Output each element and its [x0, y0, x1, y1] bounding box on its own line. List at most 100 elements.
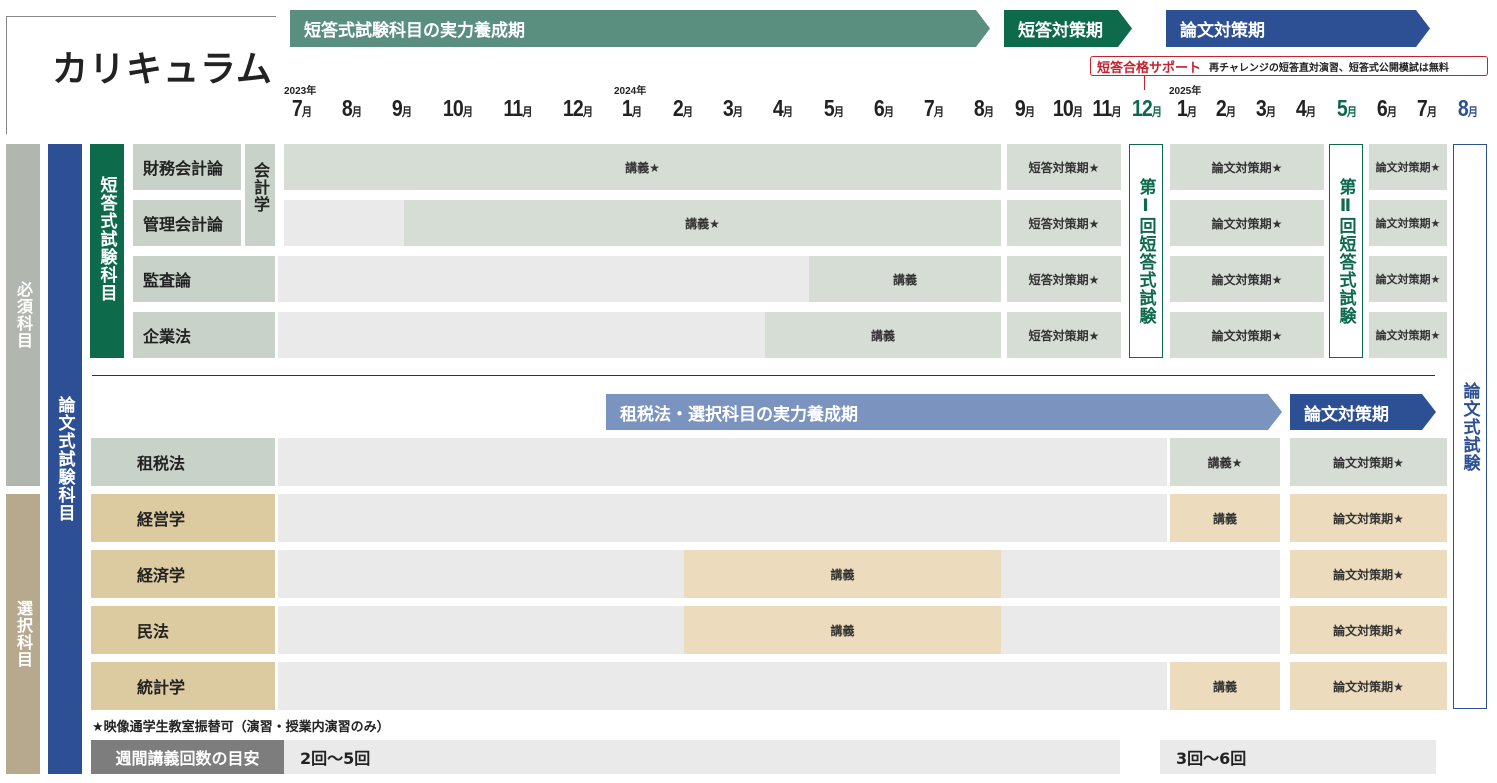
- month-label: 2月: [664, 95, 701, 122]
- month-suffix: 月: [933, 105, 945, 119]
- weekly-second-range-bar: 3回～6回: [1160, 740, 1436, 774]
- tax-essay-prep: 論文対策期★: [1290, 438, 1447, 486]
- month-number: 10: [1052, 95, 1074, 121]
- month-number: 8: [341, 95, 353, 121]
- weekly-first-range-bar: 2回～5回: [284, 740, 1120, 774]
- audit-essay-prep: 論文対策期★: [1170, 256, 1324, 302]
- subject-audit: 監査論: [133, 256, 275, 302]
- economics-essay-prep: 論文対策期★: [1290, 550, 1447, 598]
- month-suffix: 月: [1072, 105, 1084, 119]
- month-label: 11月: [1088, 95, 1125, 122]
- corporate-short-prep: 短答対策期★: [1007, 312, 1121, 358]
- month-label: 10月: [439, 95, 476, 122]
- corporate-lecture: 講義: [765, 312, 1001, 358]
- month-number: 5: [1336, 95, 1348, 121]
- month-suffix: 月: [462, 105, 474, 119]
- section-divider: [92, 375, 1435, 376]
- phase-tax-build: 租税法・選択科目の実力養成期: [606, 394, 1282, 430]
- month-number: 11: [503, 95, 523, 121]
- weekly-label: 週間講義回数の目安: [91, 740, 284, 774]
- month-label: 9月: [383, 95, 420, 122]
- financial-essay-prep: 論文対策期★: [1170, 144, 1324, 190]
- month-number: 7: [923, 95, 935, 121]
- category-short-subjects: 短答式試験科目: [90, 144, 124, 358]
- statistics-blank: [278, 662, 1167, 710]
- month-suffix: 月: [351, 105, 363, 119]
- month-label: 10月: [1049, 95, 1086, 122]
- month-suffix: 月: [1426, 105, 1438, 119]
- financial-lecture: 講義★: [284, 144, 1001, 190]
- month-number: 3: [722, 95, 734, 121]
- month-suffix: 月: [1024, 105, 1036, 119]
- subject-tax: 租税法: [91, 438, 275, 486]
- month-label: 2月: [1207, 95, 1244, 122]
- month-label: 8月: [1449, 95, 1486, 122]
- month-label: 6月: [1368, 95, 1405, 122]
- phase-essay-prep: 論文対策期: [1166, 10, 1430, 47]
- exam-second-short: 第Ⅱ回短答式試験: [1329, 144, 1363, 358]
- month-number: 4: [1295, 95, 1307, 121]
- phase-short-prep: 短答対策期: [1004, 10, 1132, 47]
- managerial-blank: [284, 200, 404, 246]
- category-elective: 選択科目: [6, 494, 40, 774]
- month-number: 9: [1014, 95, 1026, 121]
- month-number: 9: [391, 95, 403, 121]
- month-label: 1月: [1168, 95, 1205, 122]
- subject-corporate: 企業法: [133, 312, 275, 358]
- financial-essay-prep-2: 論文対策期★: [1369, 144, 1447, 190]
- exam-first-short: 第Ⅰ回短答式試験: [1129, 144, 1163, 358]
- civil-blank: [278, 606, 684, 654]
- month-label: 3月: [714, 95, 751, 122]
- tax-blank: [278, 438, 1167, 486]
- month-number: 11: [1092, 95, 1112, 121]
- managerial-essay-prep-2: 論文対策期★: [1369, 200, 1447, 246]
- civil-essay-prep: 論文対策期★: [1290, 606, 1447, 654]
- month-number: 7: [291, 95, 303, 121]
- month-number: 3: [1255, 95, 1267, 121]
- subject-management: 経営学: [91, 494, 275, 542]
- year-label: 2024年: [614, 86, 647, 97]
- year-label: 2023年: [284, 86, 317, 97]
- month-label: 6月: [865, 95, 902, 122]
- month-suffix: 月: [522, 105, 533, 119]
- month-number: 8: [1457, 95, 1469, 121]
- month-label: 7月: [1408, 95, 1445, 122]
- month-label: 4月: [764, 95, 801, 122]
- management-lecture: 講義: [1170, 494, 1280, 542]
- month-suffix: 月: [732, 105, 744, 119]
- management-blank: [278, 494, 1167, 542]
- managerial-lecture: 講義★: [404, 200, 1001, 246]
- month-number: 1: [621, 95, 633, 121]
- subject-economics: 経済学: [91, 550, 275, 598]
- month-suffix: 月: [1265, 105, 1277, 119]
- corporate-essay-prep: 論文対策期★: [1170, 312, 1324, 358]
- month-suffix: 月: [782, 105, 794, 119]
- month-label: 8月: [333, 95, 370, 122]
- civil-blank-2: [1001, 606, 1280, 654]
- month-label: 8月: [965, 95, 1002, 122]
- category-required: 必須科目: [6, 144, 40, 486]
- civil-lecture: 講義: [684, 606, 1001, 654]
- page-title: カリキュラム: [52, 49, 273, 90]
- financial-short-prep: 短答対策期★: [1007, 144, 1121, 190]
- month-suffix: 月: [301, 105, 313, 119]
- month-number: 10: [442, 95, 464, 121]
- month-suffix: 月: [1346, 105, 1358, 119]
- month-number: 4: [772, 95, 784, 121]
- month-label: 7月: [915, 95, 952, 122]
- month-suffix: 月: [682, 105, 694, 119]
- month-number: 8: [973, 95, 985, 121]
- weekly-second-range: 3回～6回: [1176, 749, 1247, 768]
- weekly-first-range: 2回～5回: [300, 749, 371, 768]
- support-note: 再チャレンジの短答直対演習、短答式公開模試は無料: [1209, 62, 1449, 74]
- month-number: 7: [1416, 95, 1428, 121]
- subject-accounting: 会計学: [245, 144, 275, 246]
- month-number: 6: [1376, 95, 1388, 121]
- support-label: 短答合格サポート: [1097, 60, 1202, 76]
- managerial-essay-prep: 論文対策期★: [1170, 200, 1324, 246]
- month-number: 2: [672, 95, 684, 121]
- year-label: 2025年: [1169, 86, 1202, 97]
- month-suffix: 月: [1111, 105, 1122, 119]
- month-suffix: 月: [582, 105, 594, 119]
- category-essay-subjects: 論文式試験科目: [48, 144, 82, 774]
